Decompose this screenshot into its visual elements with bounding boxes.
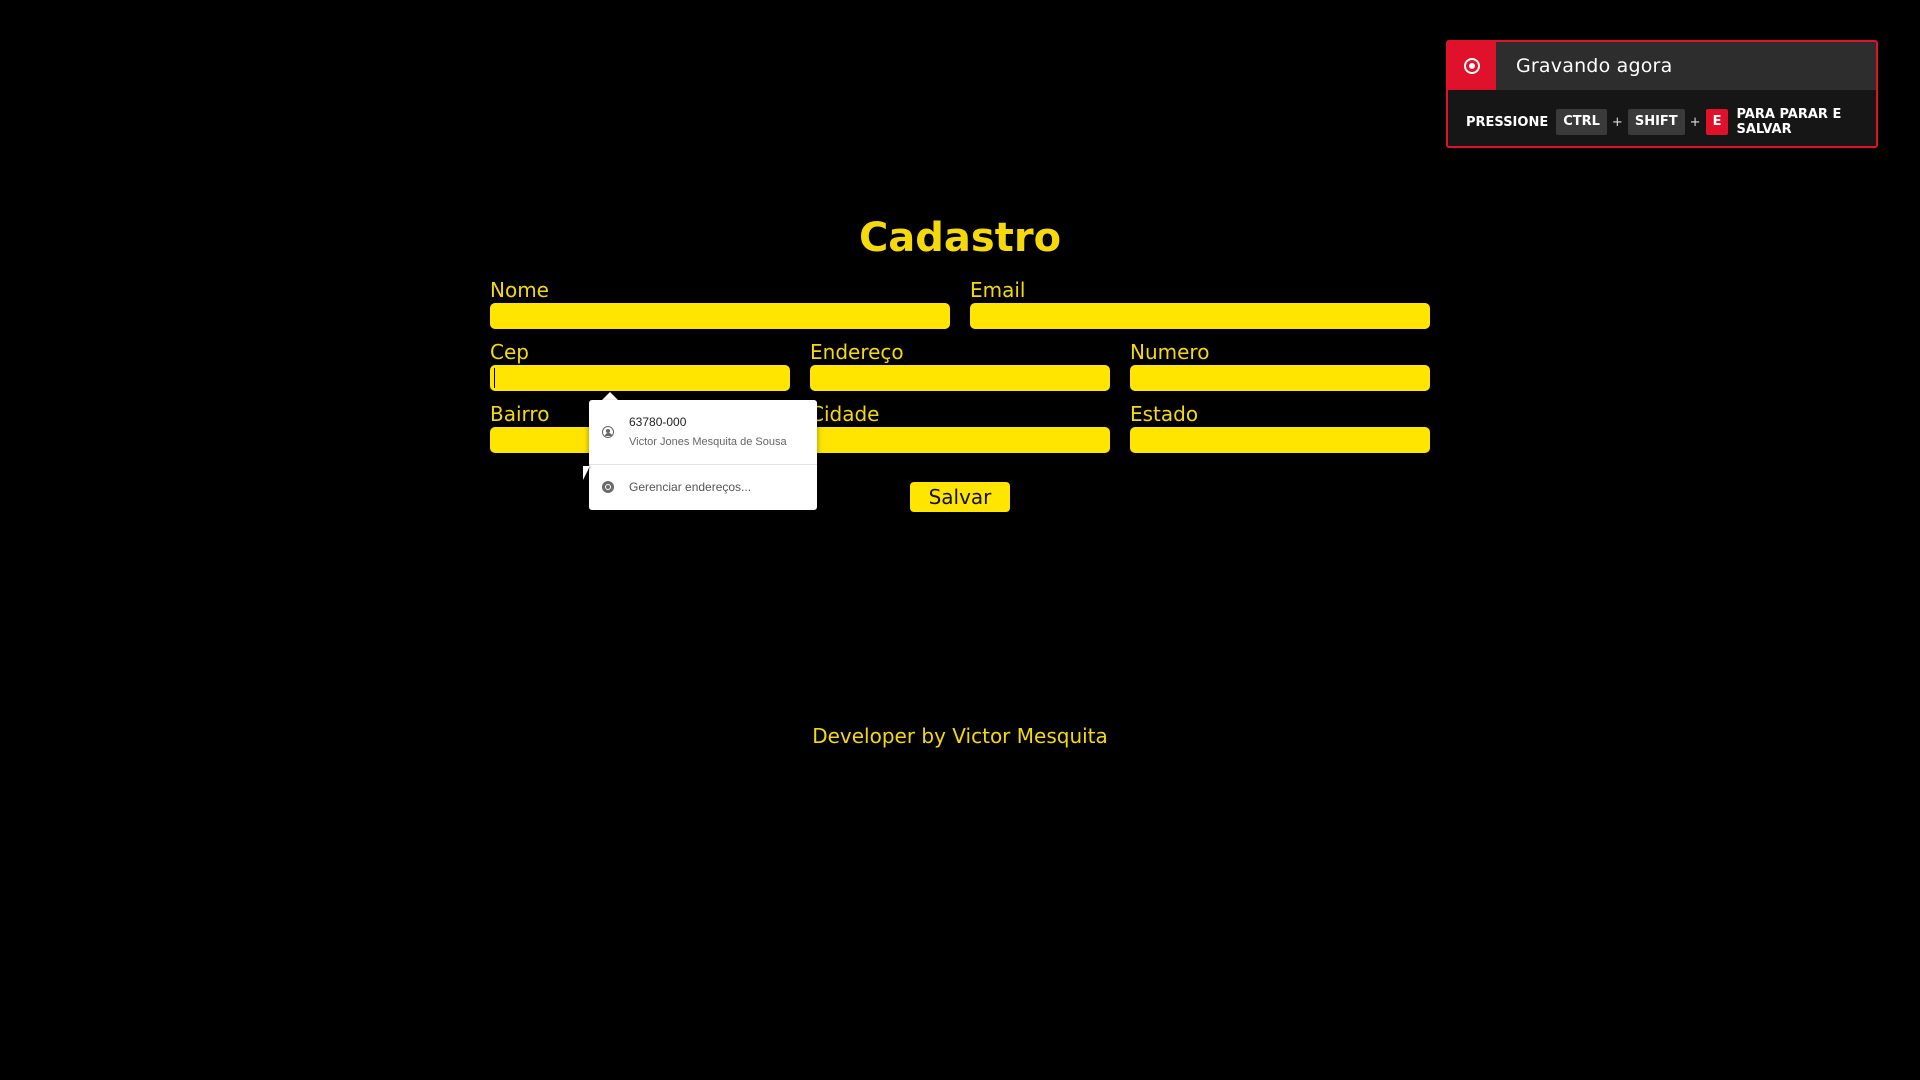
email-label: Email [970, 278, 1026, 302]
recording-title: Gravando agora [1516, 55, 1673, 77]
record-icon [1464, 58, 1480, 74]
record-button[interactable] [1448, 42, 1496, 90]
cep-label: Cep [490, 340, 529, 364]
recording-shortcut-hint: PRESSIONE CTRL + SHIFT + E PARA PARAR E … [1466, 107, 1876, 137]
suggestion-value: 63780-000 [629, 415, 687, 429]
endereco-input[interactable] [810, 365, 1110, 391]
cidade-input[interactable] [810, 427, 1110, 453]
save-button[interactable]: Salvar [910, 482, 1010, 512]
bairro-label: Bairro [490, 402, 550, 426]
nome-input[interactable] [490, 303, 950, 329]
endereco-label: Endereço [810, 340, 904, 364]
mouse-cursor-icon [583, 466, 590, 480]
autofill-dropdown: 63780-000 Victor Jones Mesquita de Sousa… [589, 400, 817, 510]
cep-input[interactable] [490, 365, 790, 391]
key-shift: SHIFT [1627, 109, 1685, 135]
suggestion-owner: Victor Jones Mesquita de Sousa [629, 436, 787, 448]
numero-label: Numero [1130, 340, 1210, 364]
recording-panel: Gravando agora PRESSIONE CTRL + SHIFT + … [1446, 40, 1878, 148]
page: Gravando agora PRESSIONE CTRL + SHIFT + … [0, 0, 1920, 1080]
key-e: E [1705, 109, 1729, 135]
estado-label: Estado [1130, 402, 1199, 426]
recording-header: Gravando agora [1448, 42, 1876, 90]
chrome-icon [602, 481, 614, 493]
key-ctrl: CTRL [1556, 109, 1607, 135]
autofill-suggestion[interactable]: 63780-000 Victor Jones Mesquita de Sousa [589, 406, 817, 462]
stop-save-label: PARA PARAR E SALVAR [1736, 107, 1842, 137]
email-input[interactable] [970, 303, 1430, 329]
estado-input[interactable] [1130, 427, 1430, 453]
nome-label: Nome [490, 278, 549, 302]
press-label: PRESSIONE [1466, 114, 1549, 130]
cidade-label: Cidade [810, 402, 880, 426]
page-title: Cadastro [858, 215, 1062, 261]
text-caret [494, 368, 495, 388]
numero-input[interactable] [1130, 365, 1430, 391]
manage-addresses-label: Gerenciar endereços... [629, 480, 752, 494]
divider [589, 464, 817, 465]
plus-sign: + [1611, 114, 1623, 130]
manage-addresses-item[interactable]: Gerenciar endereços... [589, 468, 817, 506]
footer-credit: Developer by Victor Mesquita [812, 724, 1108, 748]
plus-sign: + [1689, 114, 1701, 130]
person-icon [602, 426, 614, 438]
